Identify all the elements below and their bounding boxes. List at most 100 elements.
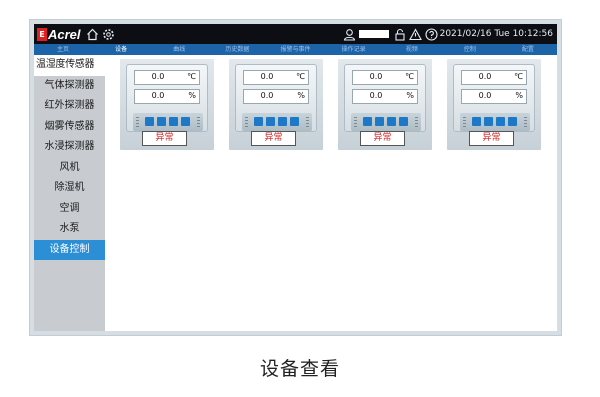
vent-icon <box>197 117 200 127</box>
main-menu: 主页 设备 曲线 历史数据 报警与事件 操作记录 视频 控制 配置 <box>34 44 557 55</box>
page-caption: 设备查看 <box>259 358 340 380</box>
status-badge: 异常 <box>469 131 514 146</box>
temperature-value: 0.0 <box>369 72 383 81</box>
humidity-unit: % <box>297 91 305 100</box>
temperature-unit: ℃ <box>405 72 414 81</box>
status-badge: 异常 <box>251 131 296 146</box>
sensor-body: 0.0 ℃ 0.0 % <box>126 64 208 132</box>
sensor-body: 0.0 ℃ 0.0 % <box>235 64 317 132</box>
humidity-display: 0.0 % <box>243 89 309 104</box>
sensor-base <box>133 113 203 131</box>
temperature-unit: ℃ <box>296 72 305 81</box>
sidebar-item-infrared[interactable]: 红外探测器 <box>34 96 105 117</box>
humidity-unit: % <box>188 91 196 100</box>
sensor-body: 0.0 ℃ 0.0 % <box>453 64 535 132</box>
sensor-buttons <box>145 117 190 126</box>
humidity-unit: % <box>406 91 414 100</box>
sensor-button <box>254 117 263 126</box>
sidebar: 温湿度传感器 气体探测器 红外探测器 烟雾传感器 水浸探测器 风机 除湿机 空调… <box>34 55 105 331</box>
sensor-button <box>157 117 166 126</box>
sensor-card[interactable]: 0.0 ℃ 0.0 % 异常 <box>229 59 323 150</box>
hmi-screen: E Acrel 2021/02/16 Tue 10:12:56 主页 设备 曲线… <box>34 24 557 331</box>
vent-icon <box>306 117 309 127</box>
temperature-value: 0.0 <box>260 72 274 81</box>
sensor-body: 0.0 ℃ 0.0 % <box>344 64 426 132</box>
sidebar-item-pump[interactable]: 水泵 <box>34 219 105 240</box>
temperature-unit: ℃ <box>514 72 523 81</box>
humidity-unit: % <box>515 91 523 100</box>
sensor-button <box>496 117 505 126</box>
settings-icon[interactable] <box>102 28 115 41</box>
top-bar: E Acrel 2021/02/16 Tue 10:12:56 <box>34 24 557 44</box>
vent-icon <box>354 117 357 127</box>
temperature-display: 0.0 ℃ <box>461 70 527 85</box>
temperature-value: 0.0 <box>478 72 492 81</box>
humidity-display: 0.0 % <box>461 89 527 104</box>
temperature-display: 0.0 ℃ <box>352 70 418 85</box>
sensor-button <box>399 117 408 126</box>
menu-video[interactable]: 视频 <box>383 44 441 55</box>
sensor-card[interactable]: 0.0 ℃ 0.0 % 异常 <box>338 59 432 150</box>
device-panel: 0.0 ℃ 0.0 % 异常 0.0 ℃ 0.0 % 异常 0.0 ℃ 0.0 … <box>105 55 557 331</box>
humidity-display: 0.0 % <box>134 89 200 104</box>
menu-control[interactable]: 控制 <box>441 44 499 55</box>
humidity-display: 0.0 % <box>352 89 418 104</box>
sidebar-item-smoke[interactable]: 烟雾传感器 <box>34 117 105 138</box>
humidity-value: 0.0 <box>260 91 274 100</box>
sensor-base <box>242 113 312 131</box>
sidebar-item-air-conditioner[interactable]: 空调 <box>34 199 105 220</box>
user-name-field[interactable] <box>358 30 389 38</box>
temperature-value: 0.0 <box>151 72 165 81</box>
vent-icon <box>524 117 527 127</box>
warning-icon[interactable] <box>408 27 422 41</box>
sidebar-item-temp-humidity[interactable]: 温湿度传感器 <box>34 55 105 76</box>
sensor-button <box>387 117 396 126</box>
sensor-card[interactable]: 0.0 ℃ 0.0 % 异常 <box>120 59 214 150</box>
menu-config[interactable]: 配置 <box>499 44 557 55</box>
menu-devices[interactable]: 设备 <box>92 44 150 55</box>
hmi-frame: E Acrel 2021/02/16 Tue 10:12:56 主页 设备 曲线… <box>29 19 562 336</box>
datetime-display: 2021/02/16 Tue 10:12:56 <box>439 29 553 39</box>
menu-alarms[interactable]: 报警与事件 <box>266 44 324 55</box>
logo: E Acrel <box>37 27 81 42</box>
sensor-button <box>290 117 299 126</box>
sensor-button <box>375 117 384 126</box>
lock-icon[interactable] <box>394 28 406 41</box>
vent-icon <box>245 117 248 127</box>
menu-operation-log[interactable]: 操作记录 <box>325 44 383 55</box>
sidebar-item-fan[interactable]: 风机 <box>34 158 105 179</box>
menu-curves[interactable]: 曲线 <box>150 44 208 55</box>
humidity-value: 0.0 <box>151 91 165 100</box>
sensor-buttons <box>254 117 299 126</box>
user-icon[interactable] <box>343 28 356 41</box>
home-icon[interactable] <box>86 28 99 41</box>
sidebar-item-gas[interactable]: 气体探测器 <box>34 76 105 97</box>
menu-home[interactable]: 主页 <box>34 44 92 55</box>
menu-history[interactable]: 历史数据 <box>208 44 266 55</box>
vent-icon <box>415 117 418 127</box>
sensor-button <box>472 117 481 126</box>
sensor-button <box>181 117 190 126</box>
temperature-display: 0.0 ℃ <box>243 70 309 85</box>
humidity-value: 0.0 <box>369 91 383 100</box>
sensor-buttons <box>472 117 517 126</box>
vent-icon <box>136 117 139 127</box>
sidebar-item-dehumidifier[interactable]: 除湿机 <box>34 178 105 199</box>
humidity-value: 0.0 <box>478 91 492 100</box>
sensor-button <box>169 117 178 126</box>
sensor-button <box>266 117 275 126</box>
sidebar-item-device-control[interactable]: 设备控制 <box>34 239 105 260</box>
sensor-button <box>484 117 493 126</box>
logo-text: Acrel <box>48 26 81 42</box>
logo-mark: E <box>37 27 47 41</box>
status-badge: 异常 <box>360 131 405 146</box>
help-icon[interactable] <box>425 27 438 41</box>
sensor-card[interactable]: 0.0 ℃ 0.0 % 异常 <box>447 59 541 150</box>
sidebar-item-water-leak[interactable]: 水浸探测器 <box>34 137 105 158</box>
vent-icon <box>463 117 466 127</box>
sensor-button <box>508 117 517 126</box>
sensor-base <box>460 113 530 131</box>
status-badge: 异常 <box>142 131 187 146</box>
sensor-button <box>278 117 287 126</box>
sensor-base <box>351 113 421 131</box>
